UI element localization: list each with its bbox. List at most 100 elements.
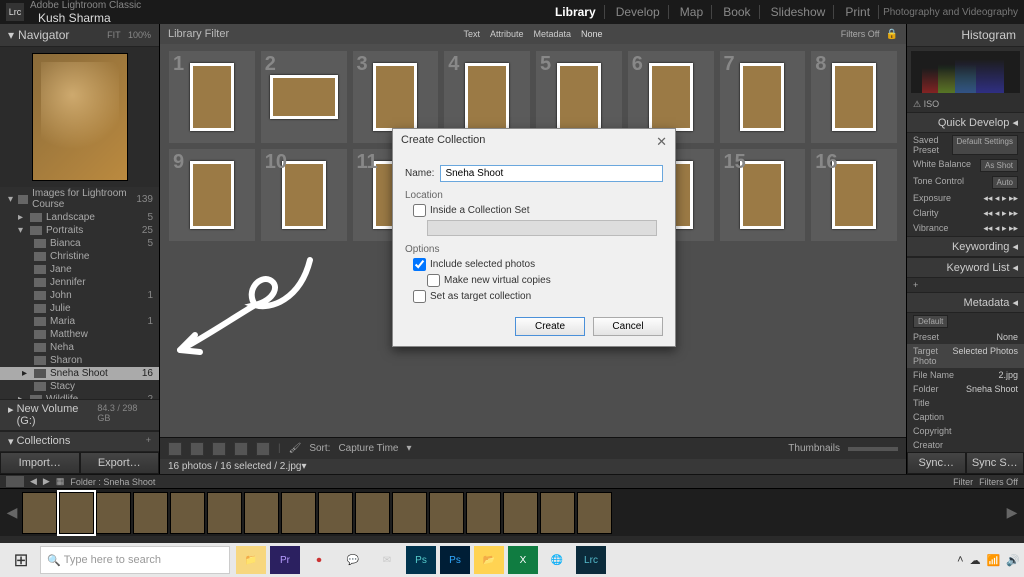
keyword-list-header[interactable]: Keyword List ◂: [907, 257, 1024, 278]
vibrance-row[interactable]: Vibrance◂◂ ◂ ▸ ▸▸: [907, 221, 1024, 236]
white-balance-row[interactable]: White BalanceAs Shot: [907, 157, 1024, 174]
inside-collection-set-checkbox[interactable]: Inside a Collection Set: [413, 204, 663, 217]
start-button[interactable]: ⊞: [4, 543, 38, 577]
chevron-down-icon[interactable]: ▾: [301, 461, 306, 472]
grid-cell[interactable]: 10: [261, 149, 347, 241]
taskbar-app-icon[interactable]: Pr: [270, 546, 300, 574]
tone-control-row[interactable]: Tone ControlAuto: [907, 174, 1024, 191]
export-button[interactable]: Export…: [80, 452, 160, 474]
filmstrip-thumb[interactable]: [429, 492, 464, 534]
thumbnail-size-slider[interactable]: [848, 447, 898, 451]
taskbar-app-icon[interactable]: 🌐: [542, 546, 572, 574]
exposure-row[interactable]: Exposure◂◂ ◂ ▸ ▸▸: [907, 191, 1024, 206]
filmstrip-thumb[interactable]: [281, 492, 316, 534]
survey-view-icon[interactable]: [234, 442, 248, 456]
grid-cell[interactable]: 7: [720, 51, 806, 143]
filmstrip-thumb[interactable]: [170, 492, 205, 534]
saved-preset-row[interactable]: Saved PresetDefault Settings: [907, 133, 1024, 157]
folder-portraits[interactable]: ▾Portraits25: [0, 224, 159, 237]
metadata-set-row[interactable]: Default: [907, 313, 1024, 330]
metadata-header[interactable]: Metadata ◂: [907, 292, 1024, 313]
tray-chevron-icon[interactable]: ˄: [957, 554, 963, 566]
folder-item[interactable]: Maria1: [0, 315, 159, 328]
lock-icon[interactable]: 🔒: [886, 29, 898, 40]
taskbar-app-icon[interactable]: 💬: [338, 546, 368, 574]
creator-row[interactable]: Creator: [907, 438, 1024, 452]
folder-item[interactable]: Matthew: [0, 328, 159, 341]
folder-item[interactable]: John1: [0, 289, 159, 302]
keywording-header[interactable]: Keywording ◂: [907, 236, 1024, 257]
tray-cloud-icon[interactable]: ☁: [970, 554, 981, 567]
grid-icon[interactable]: ▦: [56, 476, 65, 487]
folder-sneha-shoot[interactable]: ▸Sneha Shoot16: [0, 367, 159, 380]
virtual-copies-checkbox[interactable]: Make new virtual copies: [427, 274, 663, 287]
filmstrip-thumb[interactable]: [503, 492, 538, 534]
collections-header[interactable]: ▾ Collections+: [0, 431, 159, 452]
grid-cell[interactable]: 9: [169, 149, 255, 241]
title-row[interactable]: Title: [907, 396, 1024, 410]
keyword-add[interactable]: +: [907, 278, 1024, 292]
taskbar-search[interactable]: 🔍 Type here to search: [40, 546, 230, 574]
cancel-button[interactable]: Cancel: [593, 317, 663, 336]
sync-button[interactable]: Sync…: [907, 452, 966, 474]
histogram-header[interactable]: Histogram: [907, 24, 1024, 47]
chevron-down-icon[interactable]: ▾: [406, 443, 411, 454]
folder-item[interactable]: Neha: [0, 341, 159, 354]
tray-volume-icon[interactable]: 🔊: [1006, 554, 1020, 567]
loupe-view-icon[interactable]: [190, 442, 204, 456]
module-library[interactable]: Library: [555, 5, 605, 19]
painter-icon[interactable]: 🖌: [289, 443, 302, 454]
taskbar-app-icon[interactable]: ✉: [372, 546, 402, 574]
tray-wifi-icon[interactable]: 📶: [987, 554, 1001, 567]
grid-cell[interactable]: 2: [261, 51, 347, 143]
compare-view-icon[interactable]: [212, 442, 226, 456]
navigator-zoom[interactable]: FIT 100%: [107, 30, 151, 40]
folder-item[interactable]: Julie: [0, 302, 159, 315]
filmstrip-thumb[interactable]: [540, 492, 575, 534]
grid-cell[interactable]: 15: [720, 149, 806, 241]
grid-cell[interactable]: 1: [169, 51, 255, 143]
navigator-header[interactable]: ▾ Navigator FIT 100%: [0, 24, 159, 47]
folder-item[interactable]: Stacy: [0, 380, 159, 393]
filters-off-strip[interactable]: Filters Off: [979, 477, 1018, 487]
taskbar-app-icon[interactable]: Ps: [440, 546, 470, 574]
filter-none[interactable]: None: [581, 29, 603, 39]
caption-row[interactable]: Caption: [907, 410, 1024, 424]
filters-off[interactable]: Filters Off: [841, 29, 880, 39]
sync-settings-button[interactable]: Sync S…: [966, 452, 1024, 474]
folder-item[interactable]: Jane: [0, 263, 159, 276]
folder-item[interactable]: Sharon: [0, 354, 159, 367]
module-map[interactable]: Map: [680, 5, 712, 19]
target-collection-checkbox[interactable]: Set as target collection: [413, 290, 663, 303]
folder-root[interactable]: ▾Images for Lightroom Course139: [0, 187, 159, 211]
taskbar-app-icon[interactable]: ⏺: [304, 546, 334, 574]
module-slideshow[interactable]: Slideshow: [771, 5, 835, 19]
filmstrip-collapse-left[interactable]: ◀: [4, 504, 20, 521]
filmstrip-thumb[interactable]: [318, 492, 353, 534]
filmstrip-thumb[interactable]: [59, 492, 94, 534]
close-icon[interactable]: ✕: [656, 134, 667, 150]
system-tray[interactable]: ˄ ☁ 📶 🔊: [957, 554, 1020, 567]
copyright-row[interactable]: Copyright: [907, 424, 1024, 438]
filmstrip-thumb[interactable]: [355, 492, 390, 534]
module-print[interactable]: Print: [845, 5, 879, 19]
quick-develop-header[interactable]: Quick Develop ◂: [907, 112, 1024, 133]
folder-item[interactable]: Christine: [0, 250, 159, 263]
navigator-preview[interactable]: [0, 47, 159, 187]
filmstrip-thumb[interactable]: [207, 492, 242, 534]
preset-row[interactable]: PresetNone: [907, 330, 1024, 344]
nav-fwd-icon[interactable]: ▶: [43, 476, 50, 487]
people-view-icon[interactable]: [256, 442, 270, 456]
grid-cell[interactable]: 8: [811, 51, 897, 143]
taskbar-app-icon[interactable]: 📁: [236, 546, 266, 574]
volume-row[interactable]: ▸ New Volume (G:)84.3 / 298 GB: [0, 399, 159, 431]
clarity-row[interactable]: Clarity◂◂ ◂ ▸ ▸▸: [907, 206, 1024, 221]
filmstrip-thumb[interactable]: [392, 492, 427, 534]
taskbar-app-icon[interactable]: 📂: [474, 546, 504, 574]
create-button[interactable]: Create: [515, 317, 585, 336]
second-monitor-icon[interactable]: [6, 476, 24, 487]
taskbar-app-icon[interactable]: X: [508, 546, 538, 574]
collection-set-dropdown[interactable]: [427, 220, 657, 236]
module-book[interactable]: Book: [723, 5, 759, 19]
breadcrumb-folder[interactable]: Folder : Sneha Shoot: [70, 477, 155, 487]
